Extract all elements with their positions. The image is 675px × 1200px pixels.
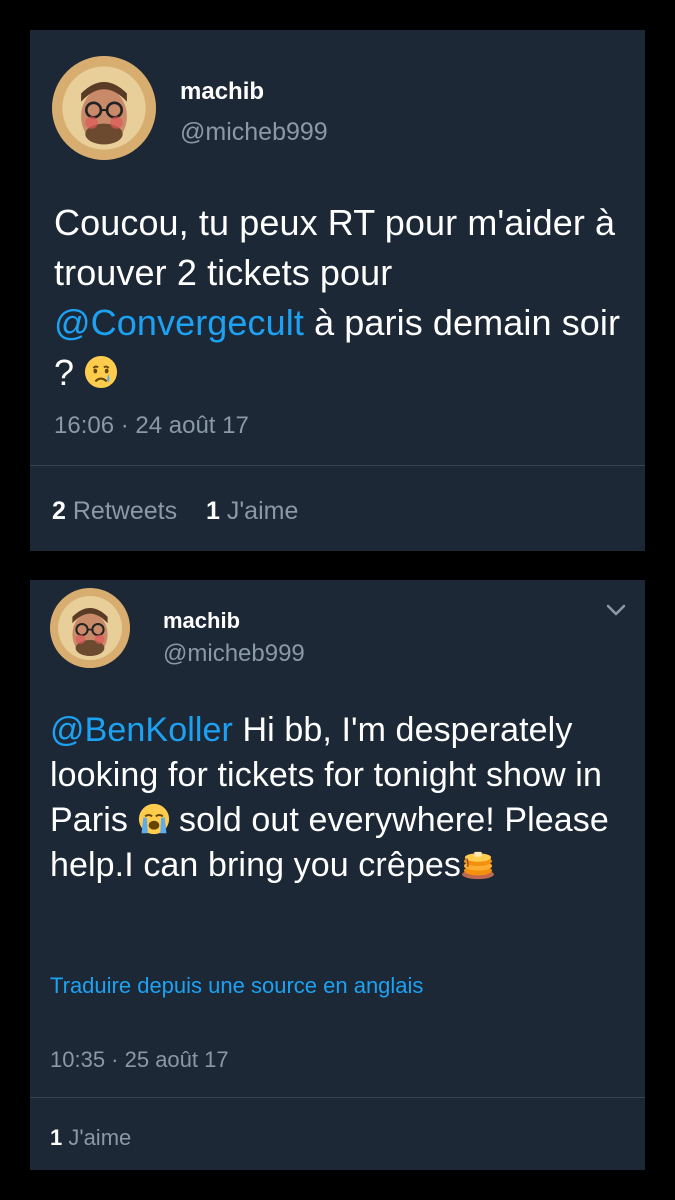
tweet-timestamp[interactable]: 10:35 · 25 août 17: [50, 1047, 229, 1073]
likes-count: 1: [206, 497, 220, 525]
chevron-down-icon[interactable]: [605, 602, 627, 618]
tweet-text-segment: Coucou, tu peux RT pour m'aider à trouve…: [54, 202, 626, 293]
user-handle[interactable]: @micheb999: [163, 640, 305, 668]
avatar[interactable]: [52, 56, 156, 160]
tweet-text: Coucou, tu peux RT pour m'aider à trouve…: [54, 198, 629, 398]
user-handle[interactable]: @micheb999: [180, 118, 328, 147]
translate-link[interactable]: Traduire depuis une source en anglais: [50, 973, 423, 999]
tweet-card[interactable]: machib @micheb999 @BenKoller Hi bb, I'm …: [30, 580, 645, 1170]
tweet-stats: 1 J'aime: [50, 1125, 153, 1151]
tweet-text: @BenKoller Hi bb, I'm desperately lookin…: [50, 708, 630, 888]
mention-link[interactable]: @BenKoller: [50, 711, 233, 749]
retweets-label: Retweets: [72, 497, 178, 525]
retweets-count: 2: [52, 497, 66, 525]
tweet-card[interactable]: machib @micheb999 Coucou, tu peux RT pou…: [30, 30, 645, 551]
mention-link[interactable]: @Convergecult: [54, 302, 304, 343]
avatar-image: [52, 56, 156, 160]
display-name[interactable]: machib: [163, 608, 240, 634]
likes-count: 1: [50, 1125, 63, 1150]
pancakes-emoji-icon: [461, 850, 495, 880]
likes-label: J'aime: [68, 1125, 132, 1150]
likes-stat[interactable]: 1 J'aime: [206, 497, 298, 525]
avatar-image: [50, 588, 130, 668]
loudly-crying-face-emoji-icon: [138, 803, 170, 835]
crying-face-emoji-icon: [84, 355, 118, 389]
divider: [30, 465, 645, 466]
retweets-stat[interactable]: 2 Retweets: [52, 497, 177, 525]
likes-label: J'aime: [226, 497, 299, 525]
tweet-timestamp[interactable]: 16:06 · 24 août 17: [54, 412, 249, 440]
divider: [30, 1097, 645, 1098]
display-name[interactable]: machib: [180, 78, 264, 106]
likes-stat[interactable]: 1 J'aime: [50, 1125, 131, 1150]
tweet-stats: 2 Retweets 1 J'aime: [52, 497, 320, 526]
avatar[interactable]: [50, 588, 130, 668]
